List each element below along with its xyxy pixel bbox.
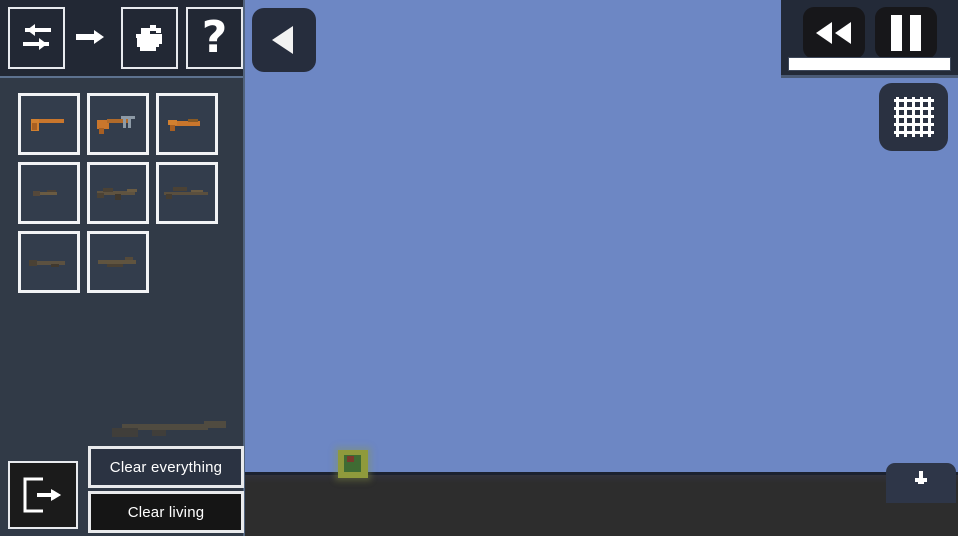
weapon-slot[interactable]: Sniper Rifle [156,162,218,224]
game-screen: Swap Next Paint [0,0,958,536]
pistol-icon [31,119,64,131]
pause-icon-bar-left [891,15,902,51]
spawn-panel[interactable]: Spawn [886,463,956,503]
grid-icon [893,97,934,137]
arrow-right-button[interactable]: Next [69,7,113,69]
progress-bar-fill [789,58,950,70]
clear-everything-button[interactable]: Clear everything [88,446,244,488]
pause-button[interactable]: Pause [875,7,937,59]
spawn-icon [915,471,927,484]
background-weapon-sprite [112,421,226,437]
left-sidebar: Swap Next Paint [0,0,245,536]
weapon-slot[interactable]: Assault Rifle [87,162,149,224]
sniper-rifle-icon [164,187,208,199]
scene-entity[interactable] [338,450,368,478]
shotgun-icon [29,260,65,267]
exit-icon [23,477,61,513]
swap-arrows-button[interactable]: Swap [8,7,66,69]
rewind-button[interactable]: Rewind [803,7,865,59]
weapon-slot[interactable]: Revolver [156,93,218,155]
triangle-left-icon [272,26,293,54]
paint-bucket-icon [136,25,163,51]
machine-gun-icon [98,257,136,267]
grid-toggle-button[interactable]: Grid [879,83,948,151]
weapon-grid: Pistol Submachine Gun [18,93,233,300]
help-icon: ? [201,12,228,63]
weapon-slot[interactable]: Machine Gun [87,231,149,293]
progress-bar[interactable] [788,57,951,71]
swap-arrows-icon [22,24,51,50]
help-button[interactable]: ? [185,7,244,69]
playback-panel-edge [781,75,958,78]
carbine-icon [33,190,57,196]
rewind-icon [816,22,851,44]
back-button[interactable]: Back [252,8,316,72]
assault-rifle-icon [97,188,137,200]
paint-bucket-button[interactable]: Paint [120,7,178,69]
weapon-slot[interactable]: Pistol [18,93,80,155]
weapon-slot[interactable]: Submachine Gun [87,93,149,155]
revolver-icon [168,119,200,131]
exit-button[interactable]: Exit [8,461,78,529]
clear-living-button[interactable]: Clear living [88,491,244,533]
weapon-slot[interactable]: Shotgun [18,231,80,293]
clear-button-group: Clear everything Clear living [88,446,244,533]
sidebar-toolbar: Swap Next Paint [0,0,244,78]
smg-icon [97,116,135,134]
pause-icon-bar-right [910,15,921,51]
entity-detail [347,456,354,462]
arrow-right-icon [75,30,104,44]
weapon-slot[interactable]: Carbine [18,162,80,224]
